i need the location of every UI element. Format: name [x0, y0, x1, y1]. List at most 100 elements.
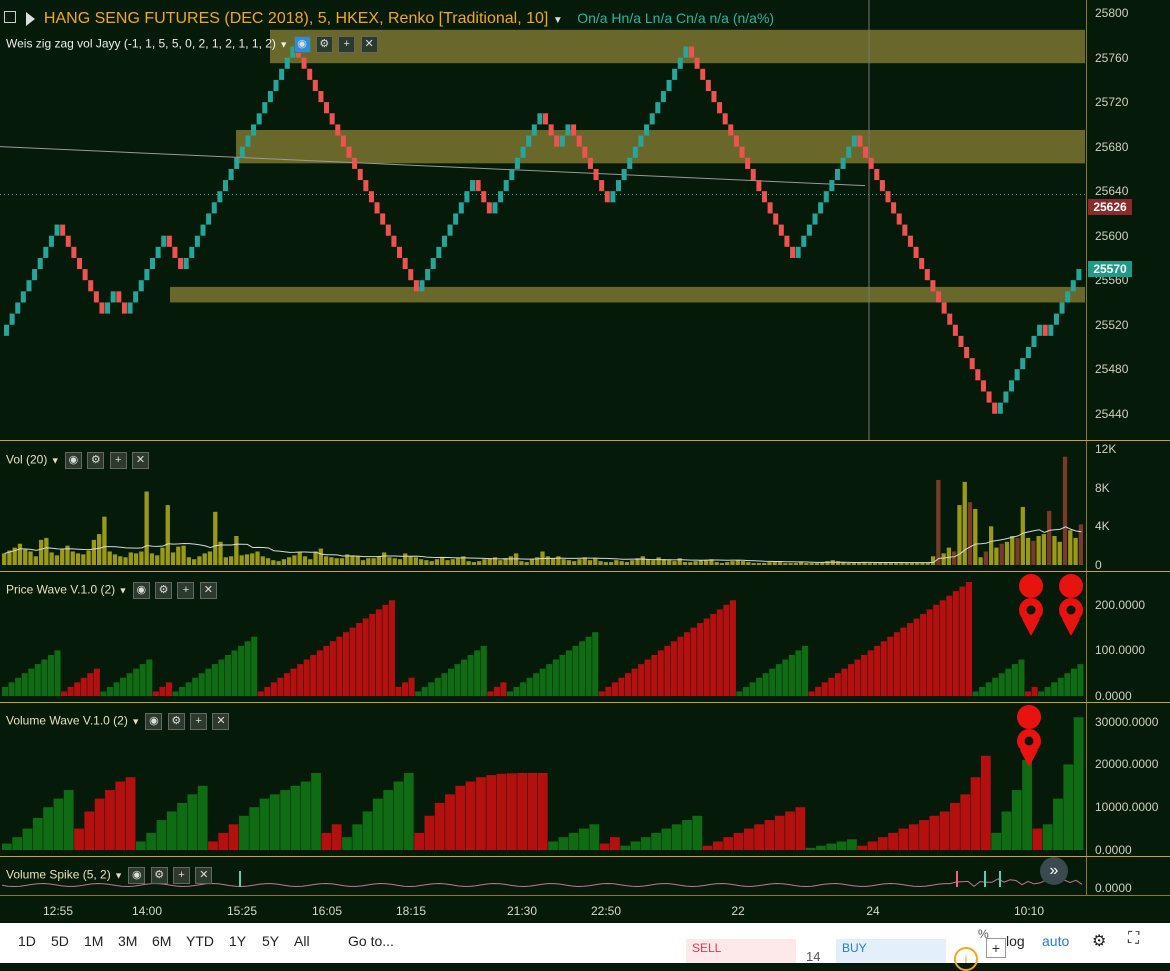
wave-down-bar [388, 600, 395, 696]
plus-icon[interactable]: + [190, 713, 208, 730]
volume-wave-axis[interactable]: 30000.0000 20000.0000 10000.0000 0.0000 [1086, 703, 1170, 857]
range-button-ytd[interactable]: YTD [186, 933, 214, 949]
visibility-icon[interactable]: ◉ [293, 36, 311, 53]
wave-down-bar [105, 790, 115, 850]
log-toggle[interactable]: log [1006, 933, 1025, 949]
range-button-6m[interactable]: 6M [152, 933, 171, 949]
volume-spike-axis[interactable]: 0.0000 [1086, 857, 1170, 895]
volume-axis[interactable]: 12K 8K 4K 0 [1086, 441, 1170, 572]
range-button-5d[interactable]: 5D [51, 933, 69, 949]
title-dropdown-icon[interactable]: ▼ [553, 15, 563, 26]
close-icon[interactable]: ✕ [132, 452, 149, 469]
plus-icon[interactable]: + [338, 36, 356, 53]
renko-chart[interactable] [0, 0, 1086, 440]
gear-icon[interactable]: ⚙ [1092, 931, 1106, 951]
wave-down-bar [165, 682, 172, 696]
volume-bar [556, 556, 561, 565]
range-button-1d[interactable]: 1D [18, 933, 36, 949]
volume-bar [366, 558, 371, 565]
price-wave-label[interactable]: Price Wave V.1.0 (2) [6, 583, 115, 597]
gear-icon[interactable]: ⚙ [87, 452, 105, 469]
up-brick [149, 257, 155, 270]
volume-bar [165, 505, 170, 565]
gear-icon[interactable]: ⚙ [150, 867, 168, 884]
up-brick [20, 291, 26, 303]
range-button-all[interactable]: All [294, 933, 310, 949]
volume-wave-label[interactable]: Volume Wave V.1.0 (2) [6, 714, 128, 728]
price-tick: 25520 [1095, 317, 1129, 332]
price-wave-legend[interactable]: Price Wave V.1.0 (2) ▼ ◉ ⚙ + ✕ [6, 582, 217, 599]
plus-icon[interactable]: + [173, 867, 191, 884]
down-brick [88, 280, 94, 292]
volume-bar [23, 549, 28, 565]
symbol-title-bar: HANG SENG FUTURES (DEC 2018), 5, HKEX, R… [4, 10, 774, 28]
up-brick [644, 124, 650, 136]
wave-up-bar [1051, 682, 1058, 696]
up-brick [189, 246, 195, 258]
fullscreen-icon[interactable]: ⛶ [1128, 930, 1139, 948]
auto-toggle[interactable]: auto [1042, 933, 1069, 949]
volume-bar [487, 558, 492, 565]
scroll-to-realtime-icon[interactable]: » [1040, 857, 1068, 885]
price-pane[interactable] [0, 0, 1086, 440]
sell-label[interactable]: SELL [692, 941, 721, 955]
chevron-down-icon[interactable]: ▼ [119, 586, 128, 596]
goto-button[interactable]: Go to... [348, 933, 394, 949]
buy-label[interactable]: BUY [842, 941, 867, 955]
info-icon[interactable]: i [954, 947, 978, 971]
flag-icon[interactable] [26, 11, 36, 26]
gear-icon[interactable]: ⚙ [167, 713, 185, 730]
collapse-icon[interactable] [4, 10, 16, 23]
close-icon[interactable]: ✕ [360, 36, 378, 53]
chevron-down-icon[interactable]: ▼ [131, 717, 140, 727]
volume-bar [994, 547, 999, 565]
plus-icon[interactable]: + [109, 452, 127, 469]
vol-legend[interactable]: Vol (20) ▼ ◉ ⚙ + ✕ [6, 452, 149, 469]
up-brick [559, 135, 565, 147]
close-icon[interactable]: ✕ [199, 582, 217, 599]
volume-bar [49, 552, 54, 565]
wave-down-bar [605, 686, 612, 696]
volume-spike-label[interactable]: Volume Spike (5, 2) [6, 868, 111, 882]
down-brick [475, 180, 481, 192]
close-icon[interactable]: ✕ [195, 867, 213, 884]
range-button-5y[interactable]: 5Y [262, 933, 279, 949]
indicator-legend[interactable]: Weis zig zag vol Jayy (-1, 1, 5, 5, 0, 2… [6, 36, 378, 53]
buy-panel[interactable]: BUY [836, 939, 946, 963]
indicator-label[interactable]: Weis zig zag vol Jayy (-1, 1, 5, 5, 0, 2… [6, 37, 276, 51]
range-button-1y[interactable]: 1Y [229, 933, 246, 949]
wave-up-bar [1005, 668, 1012, 696]
range-button-1m[interactable]: 1M [84, 933, 103, 949]
plus-icon[interactable]: + [177, 582, 195, 599]
symbol-title[interactable]: HANG SENG FUTURES (DEC 2018), 5, HKEX, R… [44, 10, 548, 27]
visibility-icon[interactable]: ◉ [128, 867, 146, 884]
close-icon[interactable]: ✕ [212, 713, 230, 730]
price-wave-axis[interactable]: 200.0000 100.0000 0.0000 [1086, 572, 1170, 703]
time-label: 14:00 [131, 904, 163, 918]
add-icon[interactable]: + [986, 938, 1006, 958]
gear-icon[interactable]: ⚙ [315, 36, 333, 53]
gear-icon[interactable]: ⚙ [155, 582, 173, 599]
percent-toggle[interactable]: % [978, 927, 989, 941]
volume-spike-legend[interactable]: Volume Spike (5, 2) ▼ ◉ ⚙ + ✕ [6, 867, 213, 884]
range-button-3m[interactable]: 3M [118, 933, 137, 949]
wave-up-bar [2, 686, 9, 696]
price-axis[interactable]: 25800 25760 25720 25680 25640 25600 25560 25520… [1086, 0, 1170, 440]
chevron-down-icon[interactable]: ▼ [114, 871, 123, 881]
volume-wave-legend[interactable]: Volume Wave V.1.0 (2) ▼ ◉ ⚙ + ✕ [6, 713, 230, 730]
wave-up-bar [218, 659, 225, 696]
chevron-down-icon[interactable]: ▼ [279, 40, 288, 50]
volume-chart[interactable] [0, 441, 1086, 571]
visibility-icon[interactable]: ◉ [64, 452, 82, 469]
wave-tick: 20000.0000 [1095, 757, 1159, 772]
wave-up-bar [290, 785, 301, 850]
time-axis[interactable]: 12:55 14:00 15:25 16:05 18:15 21:30 22:50 22 24 1… [0, 895, 1170, 924]
volume-bar [1041, 534, 1047, 565]
visibility-icon[interactable]: ◉ [132, 582, 150, 599]
vol-label[interactable]: Vol (20) [6, 453, 47, 467]
volume-pane[interactable] [0, 441, 1086, 571]
up-brick [54, 224, 60, 236]
sell-panel[interactable]: SELL [686, 939, 796, 963]
visibility-icon[interactable]: ◉ [145, 713, 163, 730]
chevron-down-icon[interactable]: ▼ [51, 456, 60, 466]
